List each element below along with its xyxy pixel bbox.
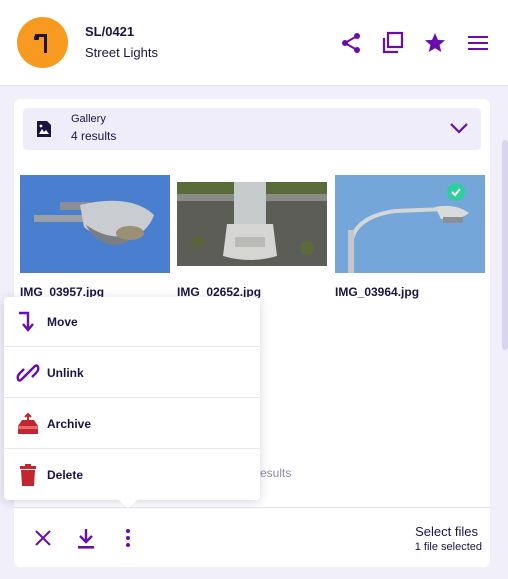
- results-text: results: [256, 466, 292, 480]
- gallery-item[interactable]: IMG_03964.jpg: [335, 175, 485, 300]
- chevron-down-icon[interactable]: [449, 121, 469, 135]
- close-icon[interactable]: [33, 528, 53, 548]
- trash-icon: [20, 464, 36, 486]
- duplicate-icon[interactable]: [381, 31, 405, 55]
- menu-item-unlink[interactable]: Unlink: [4, 348, 260, 398]
- menu-item-move[interactable]: Move: [4, 297, 260, 347]
- selection-count: 1 file selected: [414, 541, 482, 553]
- asset-type: Street Lights: [85, 45, 158, 60]
- selected-check-icon[interactable]: [447, 183, 465, 201]
- star-icon[interactable]: [423, 31, 447, 55]
- photo-light-pole-base: [177, 182, 327, 266]
- selection-footer: Select files 1 file selected: [14, 507, 490, 567]
- gallery-count: 4 results: [71, 129, 117, 143]
- asset-header: SL/0421 Street Lights: [0, 0, 508, 86]
- menu-item-label: Unlink: [47, 366, 84, 380]
- menu-item-archive[interactable]: Archive: [4, 399, 260, 449]
- gallery-item[interactable]: IMG_03957.jpg: [20, 175, 170, 300]
- scrollbar[interactable]: [502, 140, 508, 350]
- photo-street-light-head: [20, 175, 170, 273]
- image-icon: [37, 121, 51, 137]
- select-files-title: Select files: [415, 524, 478, 539]
- gallery-title: Gallery: [71, 113, 106, 125]
- menu-item-label: Delete: [47, 468, 84, 482]
- menu-item-delete[interactable]: Delete: [4, 450, 260, 500]
- asset-avatar: [17, 17, 68, 68]
- street-light-icon: [34, 34, 47, 53]
- move-arrow-icon: [19, 311, 34, 332]
- menu-pointer: [114, 496, 142, 508]
- unlink-icon: [16, 364, 40, 382]
- share-icon[interactable]: [339, 31, 363, 55]
- menu-item-label: Move: [47, 315, 78, 329]
- file-name: IMG_03964.jpg: [335, 285, 420, 299]
- menu-icon[interactable]: [466, 31, 490, 55]
- gallery-header[interactable]: Gallery 4 results: [23, 108, 481, 150]
- asset-code: SL/0421: [85, 24, 135, 39]
- context-menu: Move Unlink Archive Delete: [4, 297, 260, 500]
- menu-item-label: Archive: [47, 417, 92, 431]
- download-icon[interactable]: [76, 528, 96, 549]
- archive-icon: [18, 412, 38, 434]
- gallery-item[interactable]: IMG_02652.jpg: [177, 175, 327, 300]
- more-vertical-icon[interactable]: [118, 528, 138, 548]
